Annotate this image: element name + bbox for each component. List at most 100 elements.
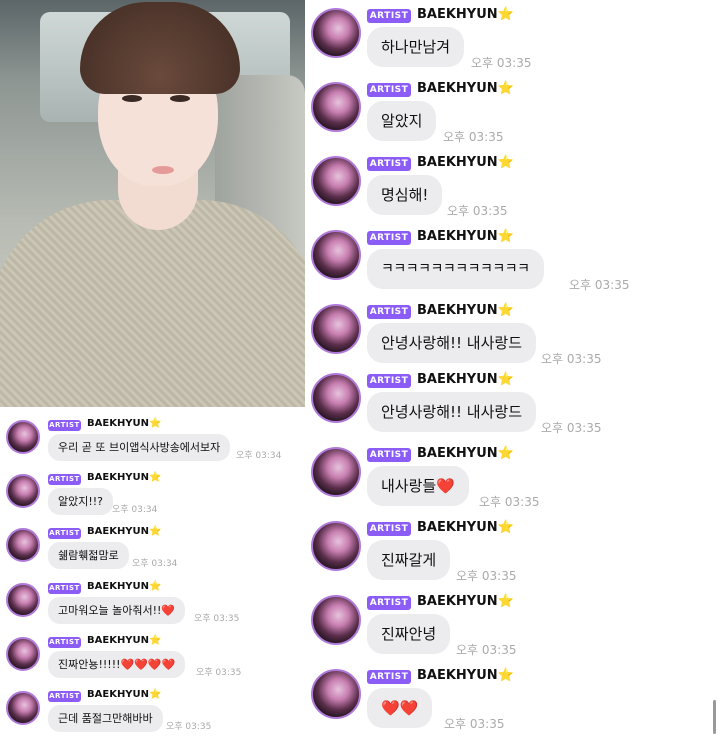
avatar[interactable] [311,669,361,719]
sender-name: BAEKHYUN⭐ [87,418,162,429]
message-bubble[interactable]: 근데 품절그만해바바 [48,705,163,732]
timestamp: 오후 03:34 [112,505,158,515]
artist-badge: ARTIST [48,583,81,594]
left-eye [122,95,142,102]
artist-badge: ARTIST [367,9,411,23]
artist-badge: ARTIST [367,231,411,245]
avatar[interactable] [311,373,361,423]
message-bubble[interactable]: 안녕사랑해!! 내사랑드 [367,392,536,432]
artist-badge: ARTIST [367,596,411,610]
heart-icon: ❤️❤️ [381,699,419,717]
sender-name: BAEKHYUN⭐ [87,635,162,646]
timestamp: 오후 03:35 [443,130,504,144]
sender-name: BAEKHYUN⭐ [417,446,514,461]
message-bubble[interactable]: 명심해! [367,175,443,215]
sender-name: BAEKHYUN⭐ [417,303,514,318]
artist-badge: ARTIST [367,305,411,319]
artist-badge: ARTIST [48,474,81,485]
sender-name: BAEKHYUN⭐ [417,594,514,609]
timestamp: 오후 03:35 [444,717,505,731]
timestamp: 오후 03:35 [456,643,517,657]
sender-name: BAEKHYUN⭐ [87,526,162,537]
timestamp: 오후 03:35 [569,278,630,292]
message-bubble[interactable]: 알았지 [367,101,437,141]
scrollbar[interactable] [713,700,716,734]
avatar[interactable] [311,595,361,645]
sender-name: BAEKHYUN⭐ [87,689,162,700]
sender-name: BAEKHYUN⭐ [417,520,514,535]
heart-icon: ❤️ [161,604,176,617]
avatar[interactable] [6,528,40,562]
timestamp: 오후 03:35 [194,614,240,624]
star-icon: ⭐ [497,594,514,609]
sender-name: BAEKHYUN⭐ [417,7,514,22]
avatar[interactable] [6,691,40,725]
avatar[interactable] [6,474,40,508]
message-bubble[interactable]: 진짜안녕 [367,614,451,654]
message-bubble[interactable]: 진짜안뇽!!!!!❤️❤️❤️❤️ [48,651,186,678]
artist-badge: ARTIST [367,522,411,536]
star-icon: ⭐ [497,372,514,387]
star-icon: ⭐ [497,229,514,244]
sender-name: BAEKHYUN⭐ [417,372,514,387]
timestamp: 오후 03:34 [236,451,282,461]
artist-badge: ARTIST [367,83,411,97]
avatar[interactable] [311,82,361,132]
sweater [0,200,305,407]
message-bubble[interactable]: 내사랑들❤️ [367,466,469,506]
message-bubble[interactable]: ㅋㅋㅋㅋㅋㅋㅋㅋㅋㅋㅋㅋ [367,249,544,289]
avatar[interactable] [311,447,361,497]
star-icon: ⭐ [149,635,162,646]
star-icon: ⭐ [149,472,162,483]
timestamp: 오후 03:35 [541,421,602,435]
right-eye [170,95,190,102]
star-icon: ⭐ [149,526,162,537]
message-bubble[interactable]: 하나만남겨 [367,27,465,67]
heart-icon: ❤️ [436,477,455,495]
message-bubble[interactable]: 고마워오늘 놀아줘서!!❤️ [48,597,186,624]
star-icon: ⭐ [497,7,514,22]
artist-photo [0,0,305,407]
message-bubble[interactable]: 안녕사랑해!! 내사랑드 [367,323,536,363]
star-icon: ⭐ [497,446,514,461]
avatar[interactable] [6,420,40,454]
message-bubble[interactable]: ❤️❤️ [367,688,433,728]
avatar[interactable] [311,304,361,354]
star-icon: ⭐ [149,689,162,700]
message-bubble[interactable]: 알았지!!? [48,488,114,515]
timestamp: 오후 03:35 [447,204,508,218]
avatar[interactable] [6,583,40,617]
avatar[interactable] [311,156,361,206]
artist-badge: ARTIST [48,637,81,648]
heart-icon: ❤️❤️❤️❤️ [120,658,176,671]
sender-name: BAEKHYUN⭐ [417,155,514,170]
avatar[interactable] [311,521,361,571]
timestamp: 오후 03:35 [541,352,602,366]
star-icon: ⭐ [149,581,162,592]
star-icon: ⭐ [497,303,514,318]
message-bubble[interactable]: 쉚람훾젋맘로 [48,542,129,569]
artist-badge: ARTIST [367,448,411,462]
timestamp: 오후 03:34 [132,559,178,569]
star-icon: ⭐ [497,520,514,535]
message-bubble[interactable]: 우리 곧 또 브이앱식사방송에서보자 [48,434,231,461]
artist-badge: ARTIST [48,420,81,431]
message-bubble[interactable]: 진짜갈게 [367,540,451,580]
artist-badge: ARTIST [367,374,411,388]
star-icon: ⭐ [497,668,514,683]
avatar[interactable] [6,637,40,671]
artist-badge: ARTIST [48,528,81,539]
avatar[interactable] [311,230,361,280]
avatar[interactable] [311,8,361,58]
sender-name: BAEKHYUN⭐ [417,229,514,244]
artist-badge: ARTIST [367,670,411,684]
sender-name: BAEKHYUN⭐ [417,81,514,96]
artist-badge: ARTIST [48,691,81,702]
star-icon: ⭐ [497,81,514,96]
timestamp: 오후 03:35 [471,56,532,70]
timestamp: 오후 03:35 [196,668,242,678]
sender-name: BAEKHYUN⭐ [87,581,162,592]
star-icon: ⭐ [497,155,514,170]
timestamp: 오후 03:35 [456,569,517,583]
timestamp: 오후 03:35 [166,722,212,732]
